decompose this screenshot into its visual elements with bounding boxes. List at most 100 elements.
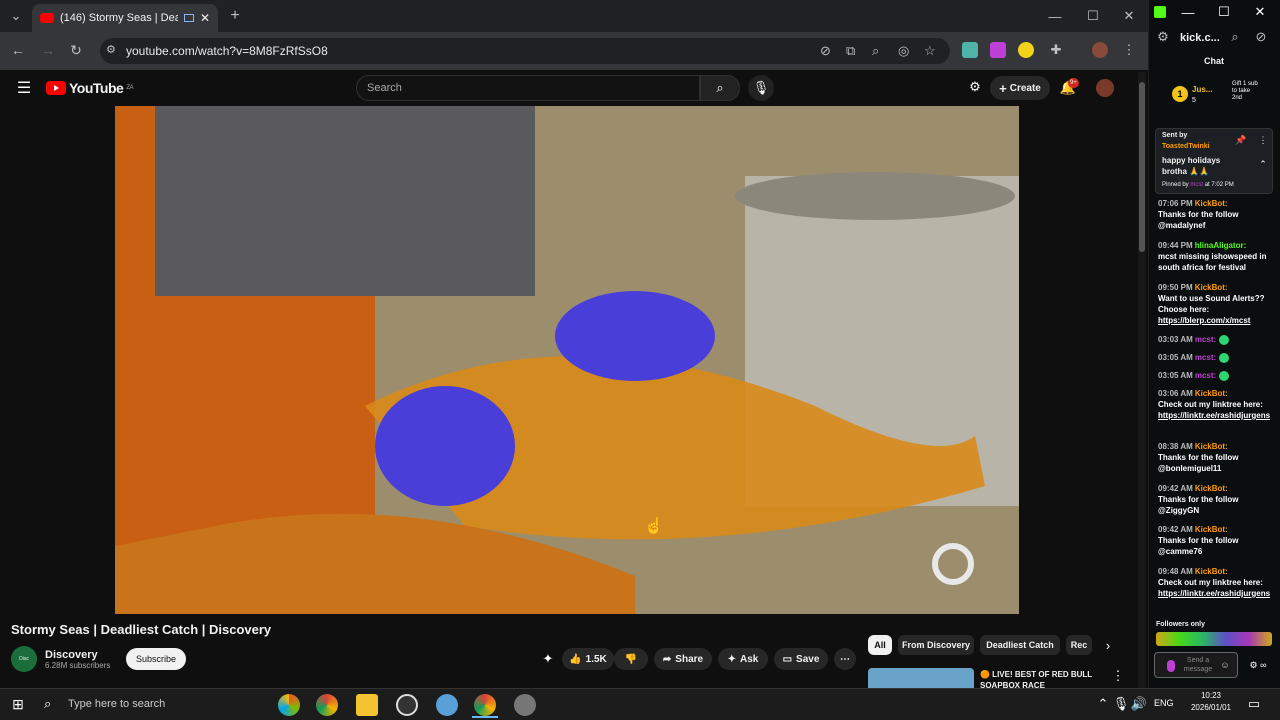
chat-message[interactable]: 09:44 PM hlinaAligator: mcst missing ishow…	[1158, 240, 1268, 273]
chat-link[interactable]: https://blerp.com/x/mcst	[1158, 316, 1250, 325]
profile-avatar[interactable]	[1092, 42, 1108, 58]
chat-username[interactable]: KickBot:	[1195, 199, 1228, 208]
chat-hide-icon[interactable]: ⊘	[1254, 29, 1268, 44]
voice-search-button[interactable]: 🎙	[748, 75, 774, 101]
more-actions-button[interactable]: ⋯	[834, 648, 856, 670]
chat-zoom-icon[interactable]: ⌕	[1228, 29, 1242, 44]
chat-username[interactable]: mcst:	[1195, 371, 1216, 380]
pinned-sender-name[interactable]: ToastedTwinki	[1162, 143, 1210, 150]
browser-menu-icon[interactable]: ⋮	[1120, 40, 1138, 60]
bookmark-star-icon[interactable]: ☆	[924, 43, 936, 59]
reload-icon[interactable]: ↻	[66, 40, 86, 60]
chat-minimize-icon[interactable]: —	[1180, 4, 1196, 20]
chat-link[interactable]: https://linktr.ee/rashidjurgens	[1158, 589, 1270, 598]
create-button[interactable]: + Create	[990, 76, 1050, 100]
tray-mic-icon[interactable]: 🎙	[1113, 696, 1130, 712]
pin-icon[interactable]: 📌	[1235, 135, 1246, 145]
chip-all[interactable]: All	[868, 635, 892, 655]
top-gifter-name[interactable]: Jus...	[1192, 85, 1212, 94]
snipping-app-icon[interactable]	[436, 694, 458, 716]
send-message-input[interactable]: Send a message ☺	[1154, 652, 1238, 678]
cast-icon[interactable]: ⚙	[966, 78, 984, 96]
file-explorer-icon[interactable]	[356, 694, 378, 716]
taskbar-search[interactable]: ⌕ Type here to search	[36, 692, 272, 716]
chat-username[interactable]: hlinaAligator:	[1195, 241, 1247, 250]
obs-app-icon[interactable]	[396, 694, 418, 716]
chat-message[interactable]: 03:05 AM mcst:	[1158, 352, 1268, 363]
chat-username[interactable]: mcst:	[1195, 353, 1216, 362]
chat-username[interactable]: KickBot:	[1195, 283, 1228, 292]
subscribe-button[interactable]: Subscribe	[126, 648, 186, 670]
clock[interactable]: 10:23 2026/01/01	[1186, 690, 1236, 714]
rec-title[interactable]: 🟠 LIVE! BEST OF RED BULL SOAPBOX RACE	[980, 669, 1100, 688]
emote-bar[interactable]	[1156, 632, 1272, 646]
language-indicator[interactable]: ENG	[1154, 698, 1174, 708]
chips-next-icon[interactable]: ›	[1100, 637, 1116, 653]
hide-icon[interactable]: ◎	[898, 43, 909, 59]
chat-message[interactable]: 03:06 AM KickBot: Check out my linktree he…	[1158, 388, 1270, 421]
forward-icon[interactable]: →	[38, 40, 58, 60]
account-avatar[interactable]	[1096, 79, 1114, 97]
chat-username[interactable]: KickBot:	[1195, 484, 1228, 493]
app-icon[interactable]	[514, 694, 536, 716]
chat-username[interactable]: KickBot:	[1195, 389, 1228, 398]
chat-maximize-icon[interactable]: ☐	[1216, 4, 1232, 20]
windows-start-icon[interactable]: ⊞	[8, 694, 28, 714]
new-tab-icon[interactable]: +	[226, 6, 244, 26]
chat-message[interactable]: 09:50 PM KickBot: Want to use Sound Alerts…	[1158, 282, 1268, 326]
chat-username[interactable]: mcst:	[1195, 335, 1216, 344]
notification-center-icon[interactable]: ▭	[1246, 696, 1262, 712]
share-button[interactable]: ➦ Share	[654, 648, 712, 670]
chrome-active-app-icon[interactable]	[474, 694, 496, 716]
search-button[interactable]: ⌕	[700, 75, 740, 101]
chat-username[interactable]: KickBot:	[1195, 525, 1228, 534]
page-scrollbar[interactable]	[1138, 72, 1146, 688]
extension-1-icon[interactable]	[962, 42, 978, 58]
scrollbar-thumb[interactable]	[1139, 82, 1145, 252]
chrome-app-icon[interactable]	[316, 694, 338, 716]
maximize-icon[interactable]: ☐	[1084, 6, 1102, 26]
pinned-message[interactable]: Sent by ToastedTwinki happy holidays bro…	[1155, 128, 1273, 194]
chip-from-discovery[interactable]: From Discovery	[898, 635, 974, 655]
tab-search-icon[interactable]: ⌄	[6, 6, 26, 26]
chat-settings-gear-icon[interactable]: ⚙ ∞	[1244, 658, 1272, 672]
install-icon[interactable]: ⧉	[846, 43, 855, 59]
collapse-chevron-icon[interactable]: ⌃	[1258, 159, 1268, 169]
chat-message[interactable]: 09:48 AM KickBot: Check out my linktree he…	[1158, 566, 1270, 599]
search-input[interactable]: Search	[356, 75, 700, 101]
minimize-icon[interactable]: —	[1046, 6, 1064, 26]
chat-message[interactable]: 09:42 AM KickBot: Thanks for the follow @Z…	[1158, 483, 1268, 516]
site-info-icon[interactable]: ⚙	[106, 43, 116, 56]
ask-button[interactable]: ✦ Ask	[718, 648, 768, 670]
channel-info[interactable]: Disc Discovery 6.28M subscribers	[11, 646, 110, 672]
channel-name[interactable]: Discovery	[45, 649, 110, 661]
chat-message[interactable]: 09:42 AM KickBot: Thanks for the follow @c…	[1158, 524, 1268, 557]
youtube-logo[interactable]: YouTube ZA	[46, 80, 133, 96]
save-button[interactable]: ▭ Save	[774, 648, 828, 670]
chat-username[interactable]: KickBot:	[1195, 567, 1228, 576]
chip-recent[interactable]: Rec	[1066, 635, 1092, 655]
extension-3-icon[interactable]	[1018, 42, 1034, 58]
chat-message[interactable]: 03:05 AM mcst:	[1158, 370, 1268, 381]
back-icon[interactable]: ←	[8, 40, 28, 60]
emoji-icon[interactable]: ☺	[1219, 659, 1231, 671]
eye-off-icon[interactable]: ⊘	[820, 43, 831, 59]
tray-volume-icon[interactable]: 🔊	[1131, 696, 1147, 712]
extension-2-icon[interactable]	[990, 42, 1006, 58]
chat-close-icon[interactable]: ✕	[1252, 4, 1268, 20]
tray-chevron-icon[interactable]: ⌃	[1096, 696, 1110, 712]
browser-tab[interactable]: (146) Stormy Seas | Deadlie ✕	[32, 4, 218, 32]
pinned-menu-icon[interactable]: ⋮	[1258, 135, 1268, 145]
sparkle-icon[interactable]: ✦	[540, 650, 556, 668]
rec-menu-icon[interactable]: ⋮	[1112, 668, 1125, 684]
hamburger-menu-icon[interactable]: ☰	[14, 78, 34, 98]
chip-deadliest-catch[interactable]: Deadliest Catch	[980, 635, 1060, 655]
chat-settings-icon[interactable]: ⚙	[1156, 29, 1170, 44]
chat-message[interactable]: 03:03 AM mcst:	[1158, 334, 1268, 345]
channel-avatar[interactable]: Disc	[11, 646, 37, 672]
chat-message[interactable]: 07:06 PM KickBot: Thanks for the follow @m…	[1158, 198, 1268, 231]
gift-sub-text[interactable]: Gift 1 sub to take 2nd	[1232, 81, 1260, 102]
address-bar[interactable]: ⚙ youtube.com/watch?v=8M8FzRfSsO8 ⊘ ⧉ ⌕ …	[100, 38, 950, 64]
video-player[interactable]	[115, 106, 1019, 614]
close-window-icon[interactable]: ✕	[1120, 6, 1138, 26]
